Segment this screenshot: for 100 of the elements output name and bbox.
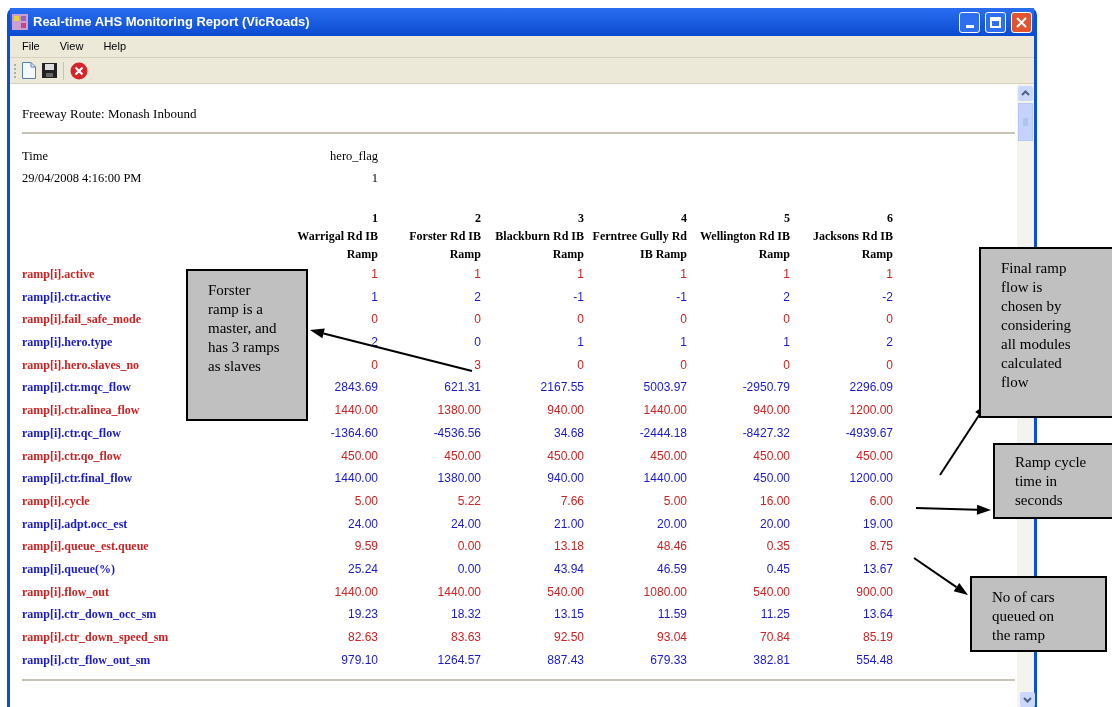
row-label: ramp[i].ctr.qo_flow xyxy=(22,447,122,465)
table-cell-text: 1264.57 xyxy=(437,651,481,669)
table-cell-text: 1380.00 xyxy=(437,470,481,488)
callout-text: Forster ramp is a master, and has 3 ramps as slaves xyxy=(208,281,281,376)
close-icon xyxy=(1016,16,1027,28)
table-cell-text: 13.64 xyxy=(862,606,893,624)
table-cell-text: 43.94 xyxy=(553,560,584,578)
app-icon xyxy=(12,14,28,30)
menu-item[interactable]: View xyxy=(59,38,84,55)
row-label: ramp[i].ctr_down_speed_sm xyxy=(22,629,169,646)
table-cell-text: -1 xyxy=(573,288,584,306)
column-header: Forster Rd IB Ramp xyxy=(408,228,481,263)
table-cell-text: 0 xyxy=(886,311,893,329)
table-cell-text: 0 xyxy=(886,356,893,374)
table-cell-text: 1 xyxy=(680,334,687,352)
row-label: ramp[i].fail_safe_mode xyxy=(22,311,141,329)
table-cell-text: 13.15 xyxy=(553,606,584,624)
menu-item[interactable]: File xyxy=(22,38,40,55)
table-cell-text: -1 xyxy=(676,288,687,306)
table-cell-text: 0.00 xyxy=(457,560,481,578)
row-label: ramp[i].ctr.qc_flow xyxy=(22,424,121,442)
table-cell-text: 0.35 xyxy=(766,538,790,556)
table-cell-text: 1 xyxy=(577,334,584,352)
row-label: ramp[i].cycle xyxy=(22,492,90,510)
table-cell-text: 1 xyxy=(474,266,481,283)
column-number: 5 xyxy=(784,210,790,227)
table-cell-text: 450.00 xyxy=(753,470,790,488)
table-cell-text: 92.50 xyxy=(553,629,584,646)
table-cell-text: 85.19 xyxy=(862,629,893,646)
table-cell-text: 18.32 xyxy=(450,606,481,624)
maximize-button[interactable] xyxy=(985,11,1006,33)
table-cell-text: 1440.00 xyxy=(643,470,687,488)
table-cell-text: -4939.67 xyxy=(845,424,893,442)
table-cell-text: 1380.00 xyxy=(437,402,481,420)
callout-text: Final ramp flow is chosen by considering all modules calculated flow xyxy=(1001,259,1072,392)
table-cell-text: 0 xyxy=(577,311,584,329)
table-cell-text: 83.63 xyxy=(450,629,481,646)
row-label: ramp[i].ctr_flow_out_sm xyxy=(22,651,151,669)
table-cell-text: 450.00 xyxy=(341,447,378,465)
new-document-icon[interactable] xyxy=(22,62,36,79)
column-number: 3 xyxy=(578,210,584,227)
scroll-down-icon[interactable] xyxy=(1020,692,1035,707)
table-cell-text: 93.04 xyxy=(656,629,687,646)
table-cell-text: 13.18 xyxy=(553,538,584,556)
menu-item[interactable]: Help xyxy=(103,38,126,55)
column-header: Ferntree Gully Rd IB Ramp xyxy=(591,228,687,263)
column-header: Wellington Rd IB Ramp xyxy=(698,228,790,263)
table-cell-text: 1080.00 xyxy=(643,583,687,601)
table-cell-text: 1 xyxy=(783,334,790,352)
table-cell-text: 382.81 xyxy=(753,651,790,669)
column-number: 6 xyxy=(887,210,893,227)
table-cell-text: -1364.60 xyxy=(330,424,378,442)
table-cell-text: 450.00 xyxy=(856,447,893,465)
callout-text: Ramp cycle time in seconds xyxy=(1015,453,1088,510)
table-cell-text: 1440.00 xyxy=(334,402,378,420)
table-cell-text: -2444.18 xyxy=(639,424,687,442)
table-cell-text: 679.33 xyxy=(650,651,687,669)
table-cell-text: 7.66 xyxy=(560,492,584,510)
table-cell-text: 19.00 xyxy=(862,515,893,533)
column-number: 1 xyxy=(372,210,378,227)
scroll-up-icon[interactable] xyxy=(1018,86,1033,101)
table-cell-text: 940.00 xyxy=(547,402,584,420)
table-cell-text: 0 xyxy=(474,311,481,329)
table-cell-text: 0 xyxy=(371,356,378,374)
minimize-button[interactable] xyxy=(959,11,980,33)
summary-header: hero_flag xyxy=(329,148,378,165)
table-cell-text: 940.00 xyxy=(753,402,790,420)
table-cell-text: 0 xyxy=(474,334,481,352)
row-label: ramp[i].queue_est.queue xyxy=(22,538,149,556)
row-label: ramp[i].ctr.active xyxy=(22,288,111,306)
close-button[interactable] xyxy=(1011,11,1032,33)
save-icon[interactable] xyxy=(42,63,57,78)
column-header: Warrigal Rd IB Ramp xyxy=(296,228,378,263)
table-cell-text: 5.00 xyxy=(663,492,687,510)
table-cell-text: 0 xyxy=(680,356,687,374)
row-label: ramp[i].ctr_down_occ_sm xyxy=(22,606,157,624)
table-cell-text: 2 xyxy=(474,288,481,306)
table-cell-text: 2296.09 xyxy=(849,379,893,397)
table-cell-text: 2167.55 xyxy=(540,379,584,397)
table-cell-text: 1 xyxy=(886,266,893,283)
table-cell-text: 1 xyxy=(680,266,687,283)
table-cell-text: 0 xyxy=(680,311,687,329)
table-cell-text: 900.00 xyxy=(856,583,893,601)
cancel-icon[interactable] xyxy=(70,61,88,80)
table-cell-text: 0 xyxy=(371,311,378,329)
table-cell-text: 25.24 xyxy=(347,560,378,578)
column-number: 2 xyxy=(475,210,481,227)
table-cell-text: 1440.00 xyxy=(643,402,687,420)
table-cell-text: 5003.97 xyxy=(643,379,687,397)
table-cell-text: 0 xyxy=(577,356,584,374)
table-cell-text: 11.25 xyxy=(760,606,790,624)
window-title: Real-time AHS Monitoring Report (VicRoads) xyxy=(33,13,310,32)
table-cell-text: 1440.00 xyxy=(334,583,378,601)
table-cell-text: -2 xyxy=(882,288,893,306)
scroll-thumb[interactable] xyxy=(1018,103,1033,141)
table-cell-text: 16.00 xyxy=(759,492,790,510)
row-label: ramp[i].flow_out xyxy=(22,583,109,601)
table-cell-text: 0.00 xyxy=(457,538,481,556)
table-cell-text: 2843.69 xyxy=(334,379,378,397)
table-cell-text: 0.45 xyxy=(766,560,790,578)
